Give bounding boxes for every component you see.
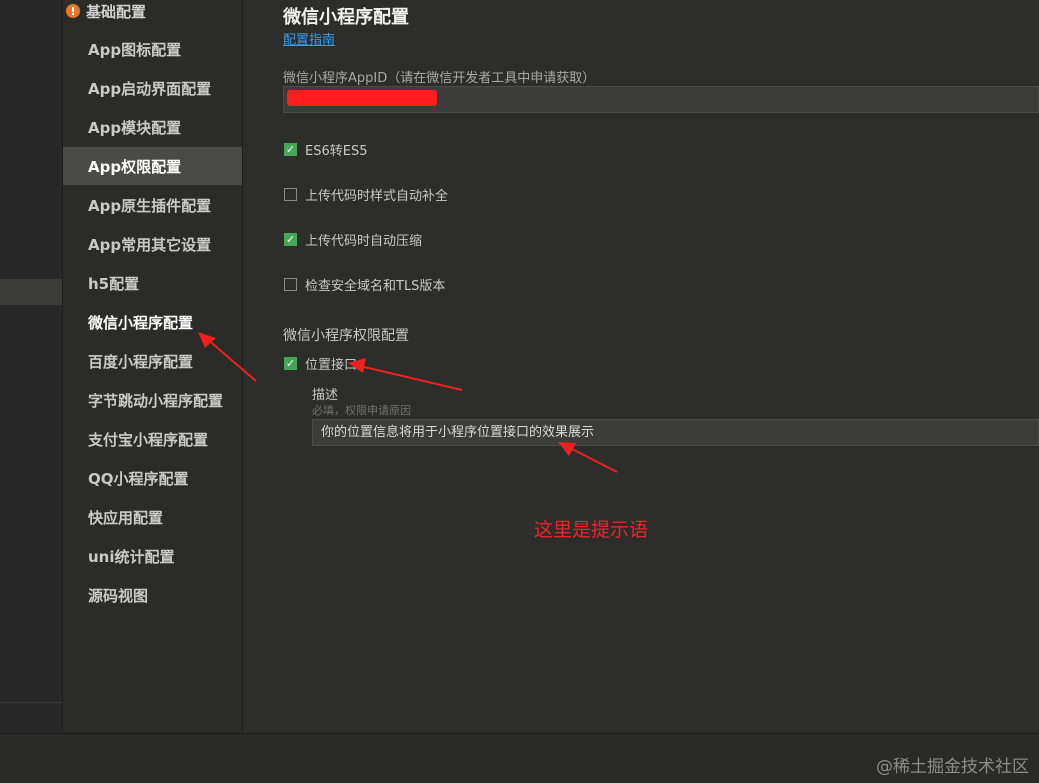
sidebar-item-app-permissions[interactable]: App权限配置 (63, 147, 242, 185)
checkbox-label: 上传代码时自动压缩 (305, 233, 423, 249)
permission-section-title: 微信小程序权限配置 (283, 328, 409, 344)
sidebar-item-bytedance-miniprogram[interactable]: 字节跳动小程序配置 (63, 381, 242, 419)
sidebar-item-source-view[interactable]: 源码视图 (63, 576, 242, 614)
description-label: 描述 (312, 388, 339, 403)
editor-divider (0, 702, 62, 703)
description-hint: 必填，权限申请原因 (312, 404, 411, 417)
sidebar-item-label: 快应用配置 (88, 508, 164, 527)
sidebar-item-h5[interactable]: h5配置 (63, 264, 242, 302)
checkbox-label: ES6转ES5 (305, 143, 368, 159)
sidebar-item-label: App模块配置 (88, 118, 182, 137)
checkbox-label: 上传代码时样式自动补全 (305, 188, 449, 204)
checkbox-checked-icon: ✓ (284, 142, 297, 156)
sidebar-item-uni-stats[interactable]: uni统计配置 (63, 537, 242, 575)
sidebar-item-label: 源码视图 (88, 586, 149, 605)
sidebar-item-wechat-miniprogram[interactable]: 微信小程序配置 (63, 303, 242, 341)
sidebar-item-label: uni统计配置 (88, 547, 175, 566)
checkbox-label: 检查安全域名和TLS版本 (305, 278, 446, 294)
sidebar-item-app-splash[interactable]: App启动界面配置 (63, 69, 242, 107)
app-window: ! 基础配置 App图标配置 App启动界面配置 App模块配置 App权限配置… (0, 0, 1039, 783)
sidebar-item-label: App启动界面配置 (88, 79, 212, 98)
checkbox-style-autocomplete[interactable]: 上传代码时样式自动补全 (284, 184, 448, 204)
config-panel: 微信小程序配置 配置指南 微信小程序AppID（请在微信开发者工具中申请获取） … (243, 0, 1039, 733)
appid-label: 微信小程序AppID（请在微信开发者工具中申请获取） (283, 71, 596, 86)
sidebar-item-label: h5配置 (88, 274, 140, 293)
watermark: @稀土掘金技术社区 (876, 757, 1029, 777)
checkbox-label: 位置接口 (305, 357, 358, 373)
checkbox-auto-minify[interactable]: ✓ 上传代码时自动压缩 (284, 229, 422, 249)
sidebar-item-alipay-miniprogram[interactable]: 支付宝小程序配置 (63, 420, 242, 458)
sidebar-item-basic-config[interactable]: ! 基础配置 (66, 0, 146, 22)
settings-sidebar: ! 基础配置 App图标配置 App启动界面配置 App模块配置 App权限配置… (63, 0, 243, 733)
checkbox-unchecked-icon (284, 277, 297, 291)
redaction-mark (287, 90, 437, 106)
checkbox-checked-icon: ✓ (284, 356, 297, 370)
editor-strip (0, 0, 63, 733)
sidebar-item-baidu-miniprogram[interactable]: 百度小程序配置 (63, 342, 242, 380)
checkbox-unchecked-icon (284, 187, 297, 201)
sidebar-item-label: 微信小程序配置 (88, 313, 194, 332)
sidebar-item-label: 百度小程序配置 (88, 352, 194, 371)
sidebar-item-app-icon[interactable]: App图标配置 (63, 30, 242, 68)
checkbox-check-domain-tls[interactable]: 检查安全域名和TLS版本 (284, 274, 445, 294)
sidebar-item-label: App原生插件配置 (88, 196, 212, 215)
sidebar-item-app-native-plugins[interactable]: App原生插件配置 (63, 186, 242, 224)
sidebar-item-qq-miniprogram[interactable]: QQ小程序配置 (63, 459, 242, 497)
config-guide-link[interactable]: 配置指南 (283, 29, 335, 48)
sidebar-item-label: App常用其它设置 (88, 235, 212, 254)
description-input[interactable]: 你的位置信息将用于小程序位置接口的效果展示 (312, 419, 1039, 446)
editor-highlight-row (0, 279, 62, 305)
checkbox-location-permission[interactable]: ✓ 位置接口 (284, 353, 357, 373)
sidebar-item-label: 支付宝小程序配置 (88, 430, 209, 449)
warning-icon: ! (66, 4, 80, 18)
sidebar-item-label: QQ小程序配置 (88, 469, 189, 488)
sidebar-item-label: 基础配置 (86, 2, 147, 21)
sidebar-item-app-modules[interactable]: App模块配置 (63, 108, 242, 146)
checkbox-es6-to-es5[interactable]: ✓ ES6转ES5 (284, 139, 367, 159)
sidebar-item-label: App图标配置 (88, 40, 182, 59)
sidebar-item-label: 字节跳动小程序配置 (88, 391, 224, 410)
annotation-text: 这里是提示语 (534, 519, 649, 541)
page-title: 微信小程序配置 (283, 7, 409, 28)
sidebar-item-app-other-settings[interactable]: App常用其它设置 (63, 225, 242, 263)
sidebar-item-label: App权限配置 (88, 157, 182, 176)
sidebar-item-quickapp[interactable]: 快应用配置 (63, 498, 242, 536)
checkbox-checked-icon: ✓ (284, 232, 297, 246)
